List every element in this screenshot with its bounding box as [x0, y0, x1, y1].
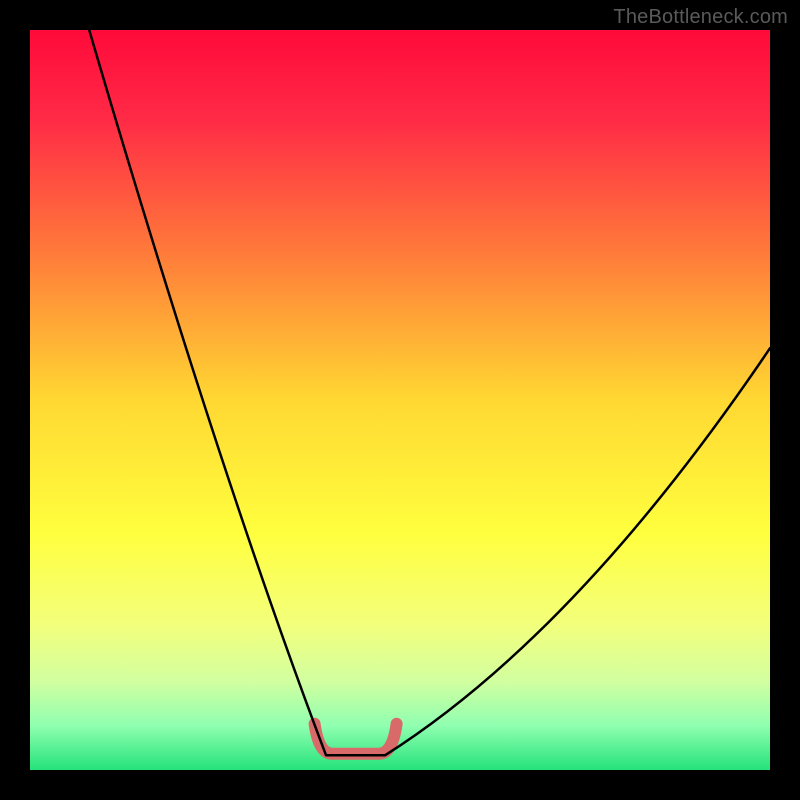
gradient-rect: [30, 30, 770, 770]
gradient-background: [30, 30, 770, 770]
watermark-text: TheBottleneck.com: [613, 6, 788, 29]
chart-frame: TheBottleneck.com: [0, 0, 800, 800]
plot-area: [30, 30, 770, 770]
